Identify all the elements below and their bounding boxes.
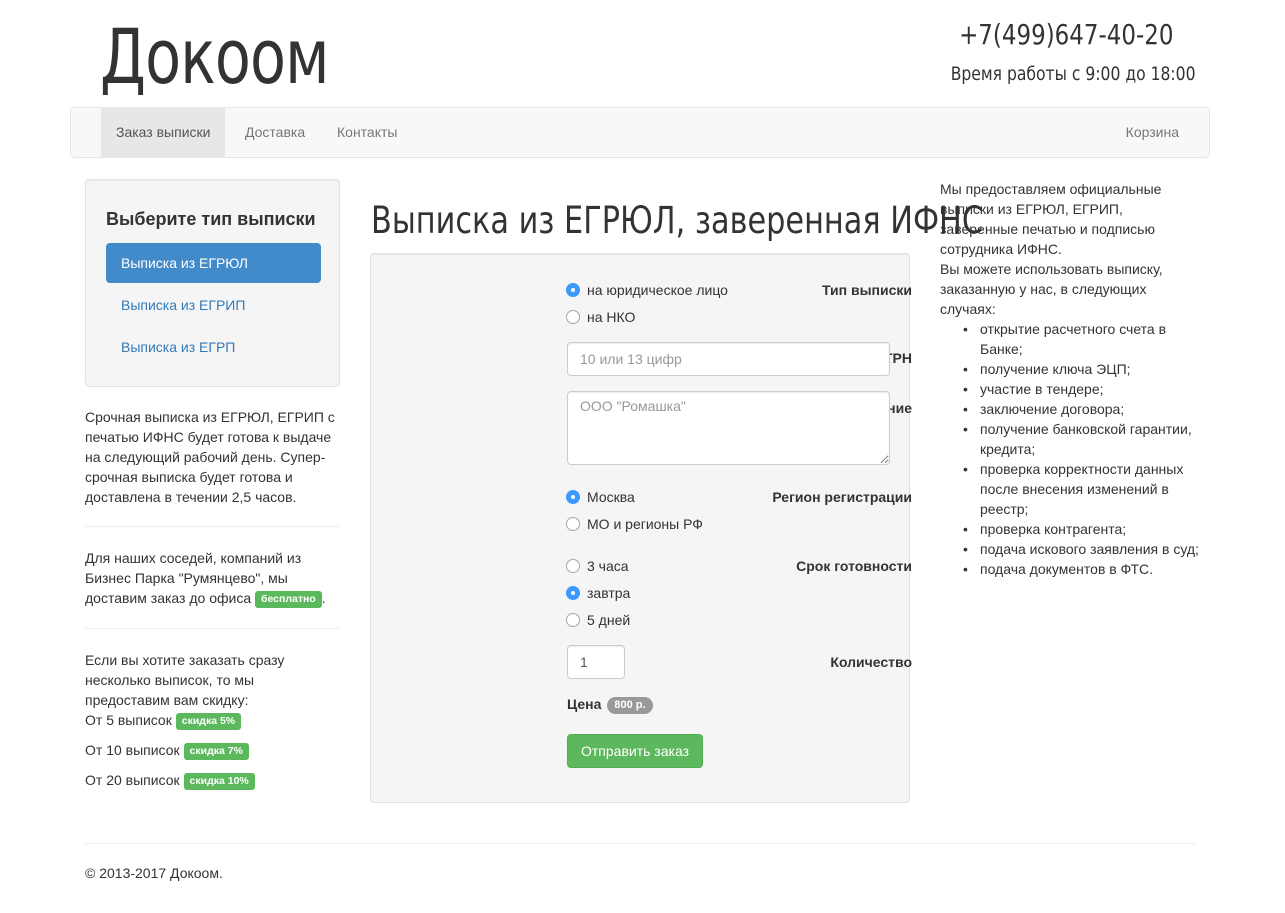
list-item: подача искового заявления в суд; [940,539,1200,559]
radio-unchecked-icon[interactable] [566,613,580,627]
sidebar-divider [85,526,340,527]
submit-order-button[interactable]: Отправить заказ [567,734,703,768]
urgent-info-text: Срочная выписка из ЕГРЮЛ, ЕГРИП с печать… [85,409,335,505]
radio-unchecked-icon[interactable] [566,310,580,324]
pill-egrp[interactable]: Выписка из ЕГРП [106,327,321,367]
inn-input[interactable] [567,342,890,376]
price-block: Цена 800 р. [567,694,653,714]
footer-divider [85,843,1195,844]
phone-number: +7(499)647-40-20 [958,18,1173,51]
list-item: проверка контрагента; [940,519,1200,539]
radio-label: на НКО [587,309,636,325]
radio-checked-icon[interactable] [566,490,580,504]
discount-badge: скидка 5% [175,712,242,730]
term-label: Срок готовности [796,558,912,574]
list-item: заключение договора; [940,399,1200,419]
radio-label: МО и регионы РФ [587,516,703,532]
copyright-icon: © [85,865,96,881]
region-label: Регион регистрации [772,489,912,505]
radio-unchecked-icon[interactable] [566,559,580,573]
radio-moscow[interactable]: Москва [566,487,635,507]
neighbors-info: Для наших соседей, компаний из Бизнес Па… [85,550,326,608]
free-badge: бесплатно [255,590,322,608]
site-logo[interactable]: Докоом [100,12,329,102]
discount-intro: Если вы хотите заказать сразу несколько … [85,652,285,708]
discount-text: От 20 выписок [85,772,180,788]
radio-tomorrow[interactable]: завтра [566,583,630,603]
discount-badge: скидка 10% [183,772,255,790]
use-cases-list: открытие расчетного счета в Банке; получ… [940,319,1200,579]
radio-label: 5 дней [587,612,631,628]
footer: © 2013-2017 Докоом. [85,863,223,883]
discount-text: От 5 выписок [85,712,172,728]
radio-3-hours[interactable]: 3 часа [566,556,629,576]
right-info: Мы предоставляем официальные выписки из … [940,179,1200,579]
discount-text: От 10 выписок [85,742,180,758]
radio-label: Москва [587,489,635,505]
nav-item-cart[interactable]: Корзина [1111,108,1194,157]
price-label: Цена [567,696,602,712]
quantity-label: Количество [830,654,912,670]
list-item: проверка корректности данных после внесе… [940,459,1200,519]
discount-line: От 10 выписок скидка 7% [85,740,249,760]
list-item: открытие расчетного счета в Банке; [940,319,1200,359]
quantity-input[interactable] [567,645,625,679]
list-item: получение ключа ЭЦП; [940,359,1200,379]
type-label: Тип выписки [822,282,912,298]
intro-text: Мы предоставляем официальные выписки из … [940,181,1162,257]
nav-item-contacts[interactable]: Контакты [322,108,412,157]
radio-label: 3 часа [587,558,629,574]
use-intro-text: Вы можете использовать выписку, заказанн… [940,261,1163,317]
radio-5-days[interactable]: 5 дней [566,610,630,630]
pill-egrul[interactable]: Выписка из ЕГРЮЛ [106,243,321,283]
radio-legal-entity[interactable]: на юридическое лицо [566,280,728,300]
working-hours: Время работы с 9:00 до 18:00 [950,63,1195,85]
list-item: получение банковской гарантии, кредита; [940,419,1200,459]
radio-label: на юридическое лицо [587,282,728,298]
radio-nko[interactable]: на НКО [566,307,635,327]
page-title: Выписка из ЕГРЮЛ, заверенная ИФНС [371,199,984,242]
main-navbar: Заказ выписки Доставка Контакты Корзина [70,107,1210,158]
discount-line: От 20 выписок скидка 10% [85,770,255,790]
extract-type-heading: Выберите тип выписки [106,209,316,229]
radio-checked-icon[interactable] [566,283,580,297]
pill-egrip[interactable]: Выписка из ЕГРИП [106,285,321,325]
discount-badge: скидка 7% [183,742,249,760]
name-textarea[interactable] [567,391,890,465]
radio-checked-icon[interactable] [566,586,580,600]
footer-text: 2013-2017 Докоом. [99,865,223,881]
list-item: подача документов в ФТС. [940,559,1200,579]
price-badge: 800 р. [607,697,653,714]
radio-label: завтра [587,585,631,601]
nav-item-delivery[interactable]: Доставка [230,108,320,157]
radio-unchecked-icon[interactable] [566,517,580,531]
discount-line: От 5 выписок скидка 5% [85,710,242,730]
sidebar-divider [85,628,340,629]
nav-item-order[interactable]: Заказ выписки [101,108,226,157]
extract-type-panel: Выберите тип выписки Выписка из ЕГРЮЛ Вы… [85,179,340,387]
radio-regions[interactable]: МО и регионы РФ [566,514,703,534]
list-item: участие в тендере; [940,379,1200,399]
